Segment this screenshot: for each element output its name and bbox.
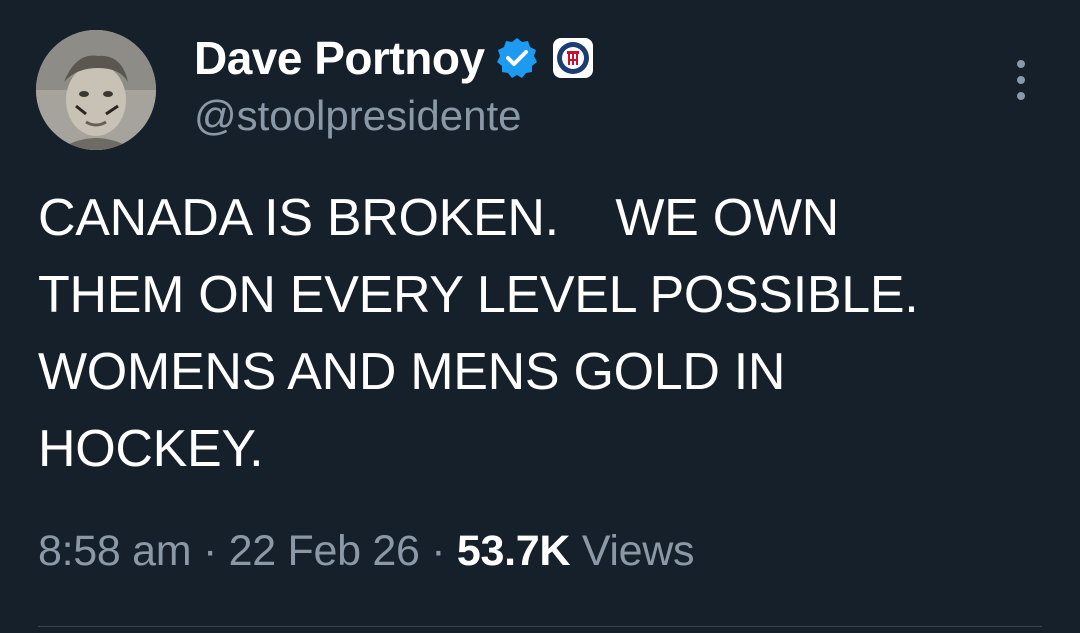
- barstool-sports-logo-icon[interactable]: [552, 38, 593, 78]
- verified-badge-icon[interactable]: [495, 36, 539, 80]
- tweet-text: CANADA IS BROKEN. WE OWN THEM ON EVERY L…: [38, 189, 919, 478]
- more-options-icon[interactable]: [1004, 58, 1038, 102]
- author-name-row: Dave Portnoy: [194, 30, 593, 86]
- tweet-date[interactable]: 22 Feb 26: [229, 527, 420, 575]
- author-handle[interactable]: @stoolpresidente: [194, 92, 522, 140]
- more-dot: [1017, 92, 1025, 100]
- avatar-photo-icon: [36, 30, 156, 150]
- views-count: 53.7K: [456, 527, 571, 575]
- tweet-time[interactable]: 8:58 am: [38, 527, 192, 575]
- divider: [38, 626, 1042, 627]
- avatar[interactable]: [36, 30, 156, 150]
- views-label: Views: [581, 527, 695, 575]
- author-display-name[interactable]: Dave Portnoy: [194, 31, 485, 85]
- tweet: Dave Portnoy @stoolpresidente CANADA IS: [0, 0, 1080, 633]
- more-dot: [1017, 76, 1025, 84]
- meta-separator: ·: [431, 527, 446, 575]
- meta-separator: ·: [202, 527, 217, 575]
- tweet-meta: 8:58 am · 22 Feb 26 · 53.7K Views: [38, 527, 695, 576]
- more-dot: [1017, 60, 1025, 68]
